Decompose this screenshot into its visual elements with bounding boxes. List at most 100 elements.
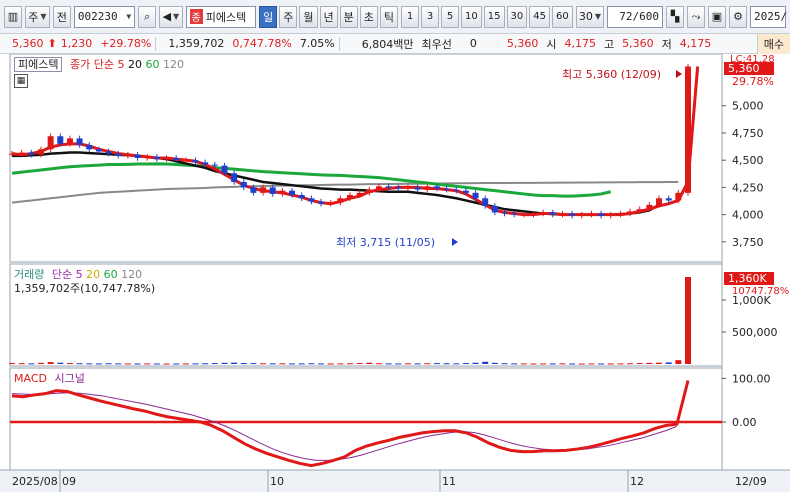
period-button-6[interactable]: 틱 (379, 5, 399, 28)
volume-bar (491, 362, 498, 364)
volume-bar (134, 363, 141, 365)
stock-name-badge: 종 (189, 9, 203, 24)
x-axis-background (0, 470, 790, 492)
volume-bar (66, 363, 73, 365)
turnover-percent: 7.05% (299, 37, 335, 50)
candle-body (424, 186, 431, 190)
date-input[interactable]: 2025/ (750, 5, 787, 28)
candle-body (337, 198, 344, 203)
candle-body (231, 173, 238, 182)
price-tick-label: 3,750 (732, 236, 764, 249)
period-button-2[interactable]: 월 (299, 5, 318, 28)
volume-bar (173, 363, 180, 365)
grid-icon[interactable]: ▚ (666, 5, 684, 28)
interval-select[interactable]: 30 ▼ (575, 5, 605, 28)
interval-button-3[interactable]: 3 (421, 5, 440, 28)
stock-type-select[interactable]: 주 ▼ (25, 5, 50, 28)
stock-name-field[interactable]: 종 피에스텍 (185, 5, 257, 28)
price-legend: 피에스텍 종가 단순 5 20 60 120 (14, 56, 184, 72)
price-tick-label: 4,250 (732, 181, 764, 194)
high-annotation: 최고 5,360 (12/09) (562, 68, 661, 81)
candle-body (250, 187, 257, 193)
save-icon[interactable]: ▣ (708, 5, 726, 28)
open-price: 4,175 (564, 37, 597, 50)
volume-bar (144, 363, 151, 365)
interval-button-60[interactable]: 60 (551, 5, 573, 28)
candle-body (279, 190, 286, 194)
period-button-5[interactable]: 초 (359, 5, 378, 28)
prev-button[interactable]: 전 (52, 5, 71, 28)
low-annotation: 최저 3,715 (11/05) (336, 236, 435, 249)
interval-button-45[interactable]: 45 (529, 5, 550, 28)
candle-body (598, 213, 605, 216)
volume-bar (520, 363, 527, 365)
candle-body (530, 213, 537, 215)
candle-body (347, 195, 353, 199)
candle-body (607, 214, 614, 216)
period-button-3[interactable]: 년 (319, 5, 338, 28)
buy-button[interactable]: 매수 (756, 33, 790, 54)
candle-body (540, 212, 547, 214)
ma20-legend: 20 (127, 58, 142, 71)
price-tick-label: 5,000 (732, 100, 764, 113)
macd-title: MACD (14, 372, 47, 385)
candle-body (66, 138, 73, 144)
search-icon[interactable]: ⌕ (138, 5, 157, 28)
gear-icon[interactable]: ⚙ (729, 5, 747, 28)
change-percent: +29.78% (100, 37, 152, 50)
candle-body (86, 144, 93, 150)
volume-bar (9, 363, 15, 365)
ma5-legend: 5 (117, 58, 125, 71)
high-label: 고 (604, 37, 615, 51)
speaker-icon[interactable]: ◀ ▼ (159, 5, 183, 28)
trade-amount: 6,804백만 (361, 37, 414, 51)
volume-bar (617, 363, 624, 365)
price-tick-label: 4,500 (732, 154, 764, 167)
period-button-0[interactable]: 일 (259, 5, 278, 28)
volume-bar (646, 362, 653, 364)
volume-bar (443, 363, 450, 365)
interval-button-5[interactable]: 5 (441, 5, 460, 28)
volume-bar (685, 276, 691, 364)
interval-button-15[interactable]: 15 (483, 5, 505, 28)
volume-bar (240, 363, 247, 365)
volume-bar (250, 363, 257, 365)
x-axis-label: 12/09 (735, 475, 767, 488)
candle-body (105, 151, 112, 154)
period-button-1[interactable]: 주 (279, 5, 298, 28)
volume-ratio: 0,747.78% (232, 37, 292, 50)
interval-button-10[interactable]: 10 (461, 5, 482, 28)
candle-body (665, 198, 672, 201)
candle-body (520, 214, 527, 216)
up-arrow-icon: ⬆ (47, 37, 57, 50)
candle-body (453, 189, 460, 191)
count-input[interactable]: 72/600 (607, 5, 663, 28)
volume-bar (656, 362, 663, 364)
stock-code-input[interactable]: 002230 ▼ (73, 5, 136, 28)
candle-body (395, 187, 402, 189)
stock-name-tag[interactable]: 피에스텍 (14, 57, 63, 72)
candle-body (9, 153, 15, 155)
volume-bar (28, 363, 35, 365)
volume-bar (472, 362, 479, 364)
table-icon[interactable]: ▦ (14, 74, 28, 88)
volume-bar (559, 363, 566, 365)
interval-button-1[interactable]: 1 (401, 5, 420, 28)
volume-bar (530, 363, 537, 365)
volume-percent-label: 10747.78% (732, 286, 789, 297)
candle-body (366, 189, 373, 193)
volume-bar (231, 362, 238, 364)
volume-bar (501, 363, 508, 365)
chart-area[interactable]: 5,000 4,750 4,500 4,250 4,000 3,750 최고 5,360 (… (0, 53, 790, 492)
trend-icon[interactable]: ⤳ (687, 5, 705, 28)
candle-body (627, 211, 634, 214)
macd-tick-label: 100.00 (732, 372, 771, 385)
candle-body (482, 198, 489, 206)
interval-button-30[interactable]: 30 (506, 5, 528, 28)
candle-body (462, 190, 469, 193)
layout-icon[interactable]: ▥ (4, 5, 22, 28)
volume-bar (356, 363, 363, 365)
period-button-4[interactable]: 분 (339, 5, 358, 28)
candle-body (182, 160, 189, 162)
volume-value: 1,359,702 (168, 37, 225, 50)
